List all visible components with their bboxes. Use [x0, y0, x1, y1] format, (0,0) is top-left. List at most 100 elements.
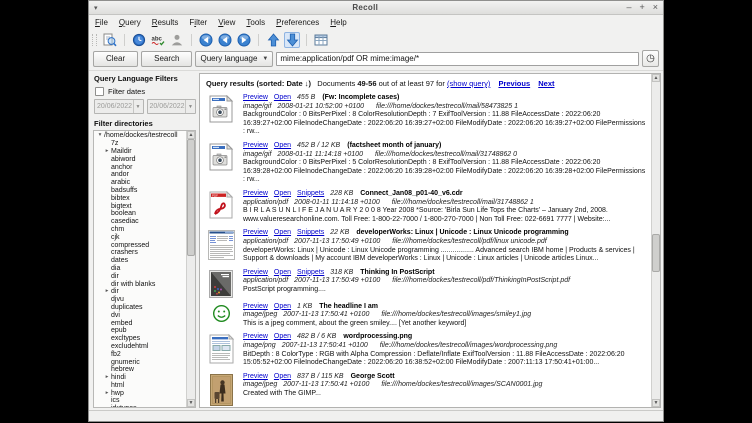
open-link[interactable]: Open — [274, 142, 291, 149]
tree-item-badsuffs[interactable]: badsuffs — [96, 187, 186, 195]
spellcheck-icon[interactable]: abc — [150, 32, 166, 48]
window-menu-icon[interactable]: ▾ — [94, 4, 104, 12]
preview-link[interactable]: Preview — [243, 269, 268, 276]
tree-item-dia[interactable]: dia — [96, 265, 186, 273]
tree-item-djvu[interactable]: djvu — [96, 296, 186, 304]
tree-item-crashers[interactable]: crashers — [96, 249, 186, 257]
clear-button[interactable]: Clear — [93, 51, 138, 67]
tree-root-item[interactable]: ▾/home/dockes/testrecoll — [96, 132, 186, 140]
tree-item-7z[interactable]: 7z — [96, 140, 186, 148]
tree-expander-icon[interactable]: ▸ — [103, 288, 111, 295]
tree-item-anchor[interactable]: anchor — [96, 163, 186, 171]
scroll-down-icon[interactable]: ▼ — [652, 399, 660, 407]
tree-item-abiword[interactable]: abiword — [96, 155, 186, 163]
tree-item-dir[interactable]: dir — [96, 272, 186, 280]
date-from-field[interactable]: 20/06/2022 ▼ — [94, 99, 144, 114]
scroll-up-icon[interactable]: ▲ — [187, 131, 195, 139]
open-link[interactable]: Open — [274, 373, 291, 380]
menu-preferences[interactable]: Preferences — [276, 18, 319, 27]
tree-expander-icon[interactable]: ▸ — [103, 148, 111, 155]
tree-item-dvi[interactable]: dvi — [96, 311, 186, 319]
open-link[interactable]: Open — [274, 333, 291, 340]
close-button[interactable]: × — [653, 3, 658, 12]
tree-item-bibtex[interactable]: bibtex — [96, 194, 186, 202]
tree-item-duplicates[interactable]: duplicates — [96, 304, 186, 312]
tree-item-boolean[interactable]: boolean — [96, 210, 186, 218]
sort-descending-icon[interactable] — [284, 32, 300, 48]
preview-link[interactable]: Preview — [243, 303, 268, 310]
open-link[interactable]: Open — [274, 269, 291, 276]
tree-item-hindi[interactable]: ▸hindi — [96, 374, 186, 382]
menu-query[interactable]: Query — [119, 18, 141, 27]
tree-item-bigtext[interactable]: bigtext — [96, 202, 186, 210]
tree-item-dir[interactable]: ▸dir — [96, 288, 186, 296]
tree-item-arabic[interactable]: arabic — [96, 179, 186, 187]
filter-dates-checkbox[interactable] — [95, 87, 104, 96]
nav-first-icon[interactable] — [198, 32, 214, 48]
query-input[interactable] — [276, 52, 639, 66]
search-button[interactable]: Search — [141, 51, 192, 67]
tree-item-idxtypes[interactable]: idxtypes — [96, 405, 186, 407]
preview-link[interactable]: Preview — [243, 333, 268, 340]
open-link[interactable]: Open — [274, 94, 291, 101]
tree-item-dir-with-blanks[interactable]: dir with blanks — [96, 280, 186, 288]
tree-item-epub[interactable]: epub — [96, 327, 186, 335]
scrollbar-thumb[interactable] — [187, 139, 195, 256]
maximize-button[interactable]: + — [639, 3, 644, 12]
tree-expander-icon[interactable]: ▸ — [103, 374, 111, 381]
scrollbar-thumb[interactable] — [652, 234, 660, 272]
tree-item-embed[interactable]: embed — [96, 319, 186, 327]
previous-page-link[interactable]: Previous — [498, 79, 530, 88]
tree-item-excltypes[interactable]: excltypes — [96, 335, 186, 343]
tree-item-cjk[interactable]: cjk — [96, 233, 186, 241]
table-view-icon[interactable] — [313, 32, 329, 48]
snippets-link[interactable]: Snippets — [297, 190, 324, 197]
tree-item-chm[interactable]: chm — [96, 226, 186, 234]
tree-scrollbar[interactable]: ▲ ▼ — [186, 131, 195, 407]
toolbar-handle[interactable] — [92, 34, 97, 46]
preview-link[interactable]: Preview — [243, 94, 268, 101]
tree-item-fb2[interactable]: fb2 — [96, 350, 186, 358]
open-link[interactable]: Open — [274, 190, 291, 197]
menu-filter[interactable]: Filter — [189, 18, 207, 27]
date-to-field[interactable]: 20/06/2022 ▼ — [147, 99, 197, 114]
tree-item-casediac[interactable]: casediac — [96, 218, 186, 226]
menu-tools[interactable]: Tools — [246, 18, 265, 27]
tree-item-ics[interactable]: ics — [96, 397, 186, 405]
preview-link[interactable]: Preview — [243, 142, 268, 149]
snippets-link[interactable]: Snippets — [297, 229, 324, 236]
menu-help[interactable]: Help — [330, 18, 346, 27]
user-icon[interactable] — [169, 32, 185, 48]
open-link[interactable]: Open — [274, 303, 291, 310]
minimize-button[interactable]: – — [626, 3, 631, 12]
show-query-link[interactable]: (show query) — [447, 79, 490, 88]
sort-ascending-icon[interactable] — [265, 32, 281, 48]
preview-link[interactable]: Preview — [243, 190, 268, 197]
query-mode-select[interactable]: Query language ▼ — [195, 51, 273, 67]
tree-expander-icon[interactable]: ▸ — [103, 390, 111, 397]
menu-view[interactable]: View — [218, 18, 235, 27]
preview-link[interactable]: Preview — [243, 229, 268, 236]
tree-item-hebrew[interactable]: hebrew — [96, 366, 186, 374]
search-document-icon[interactable] — [102, 32, 118, 48]
tree-item-Maildir[interactable]: ▸Maildir — [96, 148, 186, 156]
tree-item-hwp[interactable]: ▸hwp — [96, 389, 186, 397]
open-link[interactable]: Open — [274, 229, 291, 236]
next-page-link[interactable]: Next — [538, 79, 554, 88]
tree-item-gnumeric[interactable]: gnumeric — [96, 358, 186, 366]
results-scrollbar[interactable]: ▲ ▼ — [651, 74, 660, 407]
menu-file[interactable]: File — [95, 18, 108, 27]
tree-item-dates[interactable]: dates — [96, 257, 186, 265]
tree-expander-icon[interactable]: ▾ — [96, 132, 104, 139]
nav-previous-icon[interactable] — [217, 32, 233, 48]
scroll-down-icon[interactable]: ▼ — [187, 399, 195, 407]
tree-item-andor[interactable]: andor — [96, 171, 186, 179]
preview-link[interactable]: Preview — [243, 373, 268, 380]
nav-next-icon[interactable] — [236, 32, 252, 48]
tree-item-excludehtml[interactable]: excludehtml — [96, 343, 186, 351]
clock-icon[interactable] — [131, 32, 147, 48]
tree-item-compressed[interactable]: compressed — [96, 241, 186, 249]
scroll-up-icon[interactable]: ▲ — [652, 74, 660, 82]
snippets-link[interactable]: Snippets — [297, 269, 324, 276]
history-clock-icon[interactable]: ◷ — [642, 50, 659, 67]
